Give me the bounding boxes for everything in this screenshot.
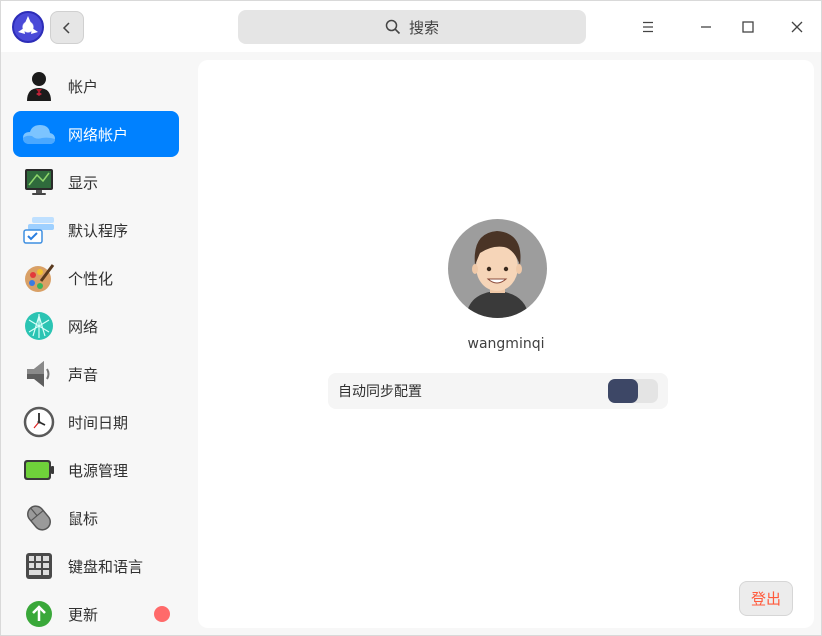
keyboard-icon	[22, 549, 56, 583]
update-icon	[22, 597, 56, 631]
sidebar: 帐户 网络帐户 显示 默认程序 个性化 网络 声音 时间日期 电源管理 鼠标 键…	[1, 52, 190, 635]
sidebar-item-personalization[interactable]: 个性化	[13, 255, 179, 301]
sidebar-item-label: 网络帐户	[68, 125, 129, 144]
sidebar-item-label: 时间日期	[68, 413, 129, 432]
sidebar-item-sound[interactable]: 声音	[13, 351, 179, 397]
sidebar-item-network[interactable]: 网络	[13, 303, 179, 349]
search-icon	[385, 19, 401, 35]
sidebar-item-label: 声音	[68, 365, 99, 384]
palette-icon	[22, 261, 56, 295]
username-label: wangminqi	[467, 336, 545, 352]
network-account-panel: wangminqi 自动同步配置 登出	[198, 60, 814, 628]
sidebar-item-label: 键盘和语言	[68, 557, 144, 576]
battery-icon	[22, 453, 56, 487]
sidebar-item-network-account[interactable]: 网络帐户	[13, 111, 179, 157]
sidebar-item-label: 鼠标	[68, 509, 99, 528]
avatar-icon	[466, 231, 529, 318]
settings-window: 搜索 帐户 网络帐户 显示 默认程序 个性化 网络 声音 时间日期 电源管理 鼠…	[0, 0, 822, 636]
menu-button[interactable]	[633, 12, 663, 42]
account-icon	[22, 69, 56, 103]
close-button[interactable]	[782, 12, 812, 42]
user-avatar[interactable]	[448, 219, 547, 318]
close-icon	[791, 21, 803, 33]
sidebar-item-label: 网络	[68, 317, 99, 336]
sidebar-item-update[interactable]: 更新	[13, 591, 179, 635]
sidebar-item-label: 显示	[68, 173, 99, 192]
sidebar-item-label: 更新	[68, 605, 99, 624]
sidebar-item-power[interactable]: 电源管理	[13, 447, 179, 493]
minimize-icon	[701, 26, 711, 28]
chevron-left-icon	[62, 21, 70, 34]
maximize-button[interactable]	[733, 12, 763, 42]
search-placeholder: 搜索	[408, 18, 439, 37]
toggle-knob	[608, 379, 638, 403]
minimize-button[interactable]	[691, 12, 721, 42]
search-input[interactable]: 搜索	[238, 10, 586, 44]
mouse-icon	[22, 501, 56, 535]
update-badge	[154, 606, 170, 622]
sidebar-item-display[interactable]: 显示	[13, 159, 179, 205]
sidebar-item-label: 个性化	[68, 269, 114, 288]
sidebar-item-mouse[interactable]: 鼠标	[13, 495, 179, 541]
clock-icon	[22, 405, 56, 439]
auto-sync-row: 自动同步配置	[328, 373, 668, 409]
auto-sync-toggle[interactable]	[608, 379, 658, 403]
cloud-icon	[22, 117, 56, 151]
sidebar-item-account[interactable]: 帐户	[13, 63, 179, 109]
network-icon	[22, 309, 56, 343]
display-icon	[22, 165, 56, 199]
sidebar-item-label: 默认程序	[68, 221, 129, 240]
title-bar: 搜索	[1, 1, 821, 52]
speaker-icon	[22, 357, 56, 391]
sidebar-item-keyboard[interactable]: 键盘和语言	[13, 543, 179, 589]
back-button[interactable]	[50, 11, 84, 44]
control-center-app-icon	[12, 11, 44, 43]
sidebar-item-label: 电源管理	[68, 461, 129, 480]
sidebar-item-default-apps[interactable]: 默认程序	[13, 207, 179, 253]
maximize-icon	[742, 21, 754, 33]
auto-sync-label: 自动同步配置	[338, 384, 422, 400]
logout-button[interactable]: 登出	[739, 581, 793, 616]
sidebar-item-label: 帐户	[68, 77, 99, 96]
hamburger-menu-icon	[643, 21, 653, 33]
sidebar-item-datetime[interactable]: 时间日期	[13, 399, 179, 445]
default-apps-icon	[22, 213, 56, 247]
